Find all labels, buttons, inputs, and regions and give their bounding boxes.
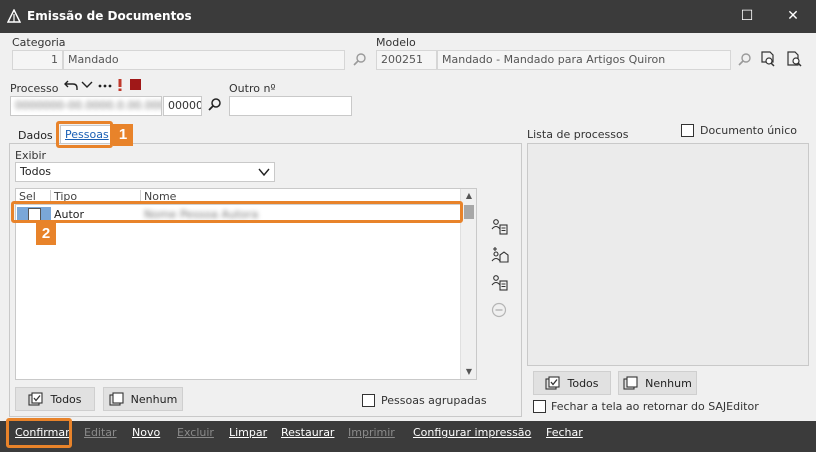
modelo-search-icon[interactable] bbox=[737, 52, 753, 68]
callout-pessoas-tab bbox=[56, 121, 113, 148]
processo-label: Processo bbox=[10, 82, 59, 95]
delete-button-label: Excluir bbox=[177, 426, 214, 439]
pessoas-agrupadas-label: Pessoas agrupadas bbox=[381, 394, 487, 407]
processos-select-none-label: Nenhum bbox=[645, 376, 692, 390]
delete-button[interactable]: Excluir bbox=[177, 427, 214, 445]
edit-button-label: Editar bbox=[84, 426, 117, 439]
configure-print-button-label: Configurar impressão bbox=[413, 426, 532, 439]
remove-person-icon[interactable] bbox=[491, 302, 507, 318]
categoria-code-field[interactable]: 1 bbox=[12, 50, 63, 70]
chevron-down-icon[interactable] bbox=[81, 80, 93, 90]
print-button-label: Imprimir bbox=[348, 426, 395, 439]
restore-button[interactable]: Restaurar bbox=[281, 427, 334, 445]
scroll-down-icon[interactable]: ▼ bbox=[461, 365, 477, 379]
processos-select-all-label: Todos bbox=[567, 376, 599, 390]
clear-button-label: Limpar bbox=[229, 426, 268, 439]
processo-number-field[interactable]: 0000000-00.0000.0.00.0000 bbox=[10, 96, 162, 116]
app-logo-icon bbox=[7, 9, 21, 23]
callout-autor-row bbox=[11, 201, 463, 223]
window-title: Emissão de Documentos bbox=[27, 9, 192, 23]
close-button[interactable]: Fechar bbox=[546, 427, 583, 445]
clear-button[interactable]: Limpar bbox=[229, 427, 267, 445]
fechar-tela-checkbox[interactable] bbox=[533, 400, 546, 413]
restore-button-label: Restaurar bbox=[281, 426, 335, 439]
new-button[interactable]: Novo bbox=[132, 427, 160, 445]
print-button[interactable]: Imprimir bbox=[348, 427, 395, 445]
categoria-search-icon[interactable] bbox=[352, 52, 368, 68]
action-bar: Confirmar Editar Novo Excluir Limpar Res… bbox=[0, 421, 816, 452]
add-person-plus-icon[interactable] bbox=[491, 246, 509, 264]
modelo-name-field[interactable]: Mandado - Mandado para Artigos Quiron bbox=[437, 50, 731, 70]
undo-icon[interactable] bbox=[64, 79, 78, 91]
close-window-button[interactable]: ✕ bbox=[770, 0, 816, 33]
lista-processos-list[interactable] bbox=[527, 143, 809, 366]
exibir-label: Exibir bbox=[15, 149, 47, 162]
processos-select-none-button[interactable]: Nenhum bbox=[618, 371, 697, 395]
scroll-up-icon[interactable]: ▲ bbox=[461, 189, 477, 203]
select-all-label: Todos bbox=[50, 392, 82, 406]
close-button-label: Fechar bbox=[546, 426, 583, 439]
categoria-label: Categoria bbox=[12, 36, 66, 49]
pessoas-agrupadas-checkbox[interactable] bbox=[362, 394, 375, 407]
exibir-selected-value: Todos bbox=[20, 165, 52, 178]
modelo-document-search-icon[interactable] bbox=[785, 50, 803, 68]
new-button-label: Novo bbox=[132, 426, 161, 439]
modelo-label: Modelo bbox=[376, 36, 416, 49]
more-options-icon[interactable] bbox=[98, 80, 112, 90]
documento-unico-checkbox[interactable] bbox=[681, 124, 694, 137]
outro-numero-field[interactable] bbox=[229, 96, 352, 116]
chevron-down-icon bbox=[258, 168, 270, 177]
categoria-name-field[interactable]: Mandado bbox=[63, 50, 345, 70]
callout-confirm-button bbox=[6, 418, 72, 448]
select-none-label: Nenhum bbox=[130, 392, 178, 406]
edit-button[interactable]: Editar bbox=[84, 427, 117, 445]
configure-print-button[interactable]: Configurar impressão bbox=[413, 427, 531, 445]
modelo-preview-icon[interactable] bbox=[759, 50, 777, 68]
uncheck-all-icon bbox=[109, 392, 124, 406]
check-all-icon bbox=[28, 392, 44, 406]
title-bar: Emissão de Documentos ☐ ✕ bbox=[0, 0, 816, 33]
check-all-icon bbox=[545, 376, 561, 390]
processo-suffix-field[interactable]: 00000 bbox=[163, 96, 202, 116]
documento-unico-label: Documento único bbox=[700, 124, 797, 137]
exibir-select[interactable]: Todos bbox=[15, 162, 275, 182]
processo-search-icon[interactable] bbox=[207, 97, 223, 113]
step-badge-2: 2 bbox=[36, 223, 56, 245]
add-person-icon[interactable] bbox=[491, 218, 509, 236]
scroll-thumb[interactable] bbox=[464, 205, 474, 219]
modelo-code-field[interactable]: 200251 bbox=[376, 50, 437, 70]
select-none-button[interactable]: Nenhum bbox=[103, 387, 183, 411]
fechar-tela-label: Fechar a tela ao retornar do SAJEditor bbox=[551, 400, 759, 413]
processos-select-all-button[interactable]: Todos bbox=[533, 371, 611, 395]
outro-label: Outro nº bbox=[229, 82, 276, 95]
lista-processos-label: Lista de processos bbox=[527, 128, 629, 141]
stop-icon[interactable] bbox=[130, 79, 141, 90]
select-all-button[interactable]: Todos bbox=[15, 387, 95, 411]
maximize-button[interactable]: ☐ bbox=[724, 0, 770, 33]
alert-icon[interactable] bbox=[117, 78, 123, 92]
processo-number-value: 0000000-00.0000.0.00.0000 bbox=[15, 99, 162, 112]
step-badge-1: 1 bbox=[113, 124, 133, 146]
uncheck-all-icon bbox=[623, 376, 638, 390]
person-document-icon[interactable] bbox=[491, 274, 509, 292]
